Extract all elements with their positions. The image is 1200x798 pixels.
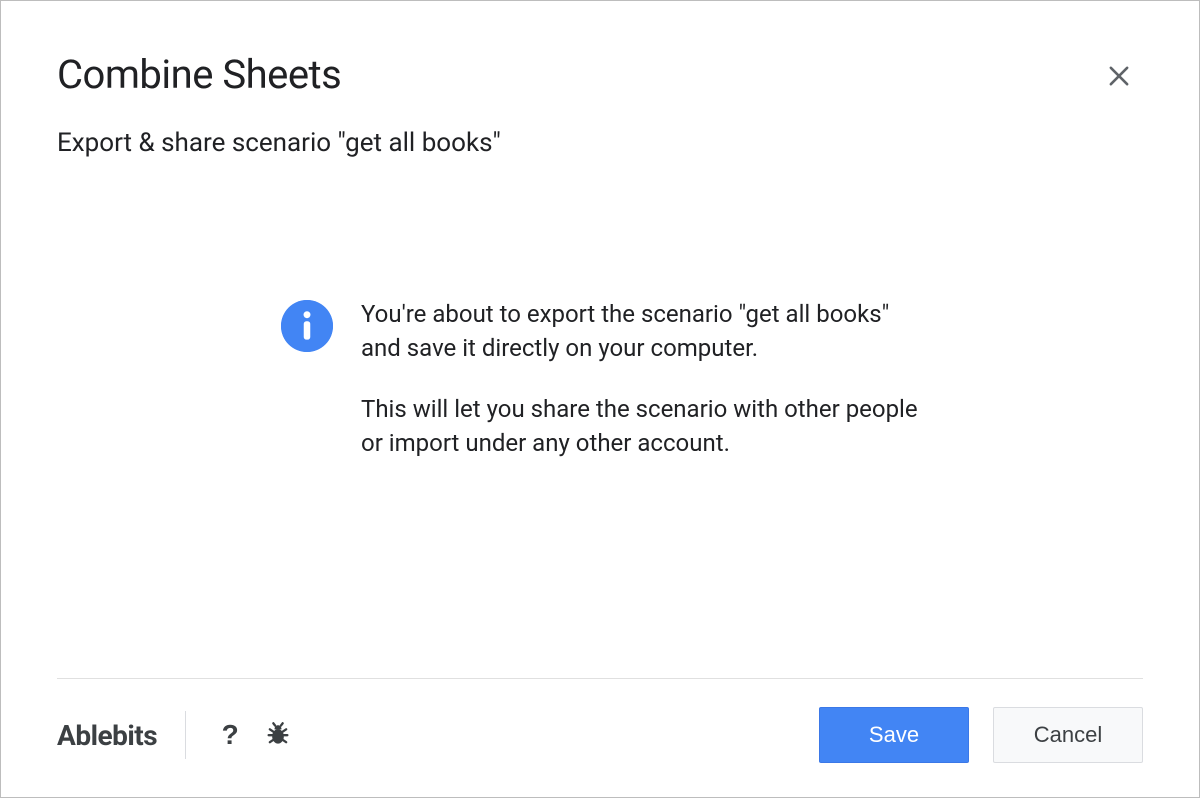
dialog-header: Combine Sheets Export & share scenario "… [1,1,1199,158]
cancel-button[interactable]: Cancel [993,707,1143,763]
dialog-footer: Ablebits ? Save [57,678,1143,797]
help-button[interactable]: ? [210,715,250,755]
info-icon [281,300,333,352]
bug-icon [264,720,292,751]
close-icon [1105,62,1133,93]
message-block: You're about to export the scenario "get… [361,298,921,678]
message-paragraph-1: You're about to export the scenario "get… [361,298,921,365]
brand-logo: Ablebits [57,719,185,752]
bug-report-button[interactable] [258,715,298,755]
message-paragraph-2: This will let you share the scenario wit… [361,393,921,460]
divider [185,711,186,759]
export-scenario-dialog: Combine Sheets Export & share scenario "… [0,0,1200,798]
dialog-title: Combine Sheets [57,51,1143,98]
dialog-subtitle: Export & share scenario "get all books" [57,128,1143,158]
close-button[interactable] [1103,61,1135,93]
dialog-content: You're about to export the scenario "get… [1,158,1199,678]
help-icon: ? [222,719,239,751]
save-button[interactable]: Save [819,707,969,763]
